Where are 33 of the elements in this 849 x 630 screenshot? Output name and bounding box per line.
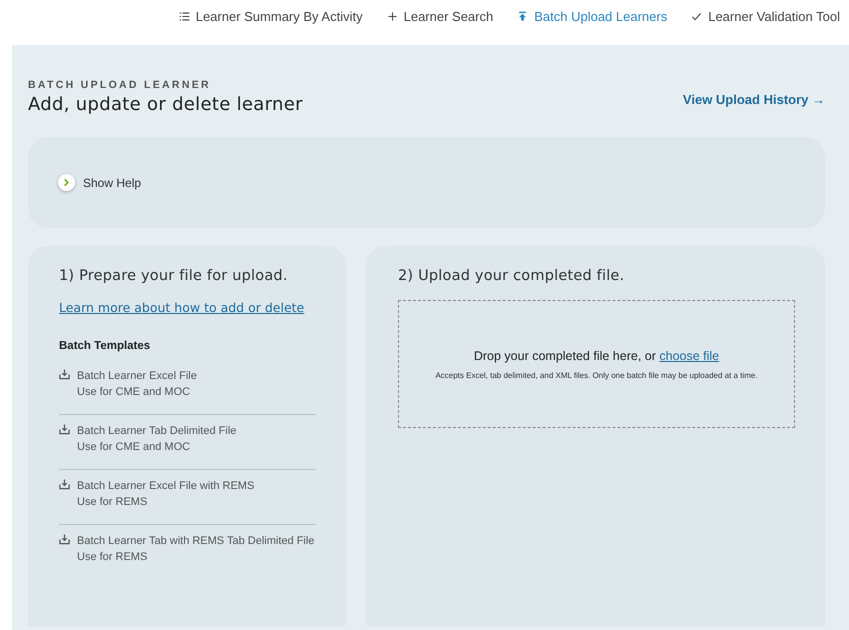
- download-icon[interactable]: [59, 534, 70, 545]
- nav-link[interactable]: Batch Upload Learners: [517, 8, 668, 24]
- download-icon[interactable]: [59, 479, 70, 490]
- view-upload-history-link[interactable]: View Upload History →: [682, 92, 825, 115]
- upload-icon: [517, 10, 528, 22]
- page-title: Add, update or delete learner: [28, 94, 303, 115]
- drop-instruction: Drop your completed file here, or: [474, 348, 656, 362]
- section-kicker: BATCH UPLOAD LEARNER: [28, 79, 212, 91]
- template-link[interactable]: Batch Learner Excel File: [77, 368, 197, 384]
- list-icon: [178, 10, 190, 22]
- check-icon: [691, 10, 702, 22]
- nav-link[interactable]: Learner Validation Tool: [691, 8, 840, 24]
- template-usage: Use for CME and MOC: [77, 385, 192, 400]
- template-usage: Use for REMS: [77, 550, 148, 565]
- chevron-icon: [58, 174, 75, 191]
- download-icon[interactable]: [59, 424, 70, 435]
- download-icon[interactable]: [59, 369, 70, 380]
- file-note: Accepts Excel, tab delimited, and XML files. Only one batch file may be uploaded at a time.: [435, 370, 758, 380]
- show-help-toggle[interactable]: Show Help: [58, 174, 142, 191]
- templates-heading: Batch Templates: [59, 340, 152, 352]
- step-heading: 2) Upload your completed file.: [398, 268, 626, 284]
- nav-link[interactable]: Learner Search: [386, 8, 494, 24]
- template-link[interactable]: Batch Learner Excel File with REMS: [77, 478, 254, 494]
- choose-file-link[interactable]: choose file: [659, 348, 720, 362]
- template-usage: Use for REMS: [77, 495, 148, 510]
- template-link[interactable]: Batch Learner Tab with REMS Tab Delimited File: [77, 533, 314, 549]
- plus-icon: [386, 10, 398, 22]
- step-heading: 1) Prepare your file for upload.: [59, 268, 289, 284]
- template-usage: Use for CME and MOC: [77, 440, 192, 455]
- learn-more-link[interactable]: Learn more about how to add or delete: [59, 300, 316, 315]
- nav-link[interactable]: Learner Summary By Activity: [178, 8, 363, 24]
- drop-zone[interactable]: Drop your completed file here, or choose file Accepts Excel, tab delimited, and XML files. Only one batch file may be uploaded at a time.: [398, 300, 795, 428]
- template-link[interactable]: Batch Learner Tab Delimited File: [77, 423, 236, 439]
